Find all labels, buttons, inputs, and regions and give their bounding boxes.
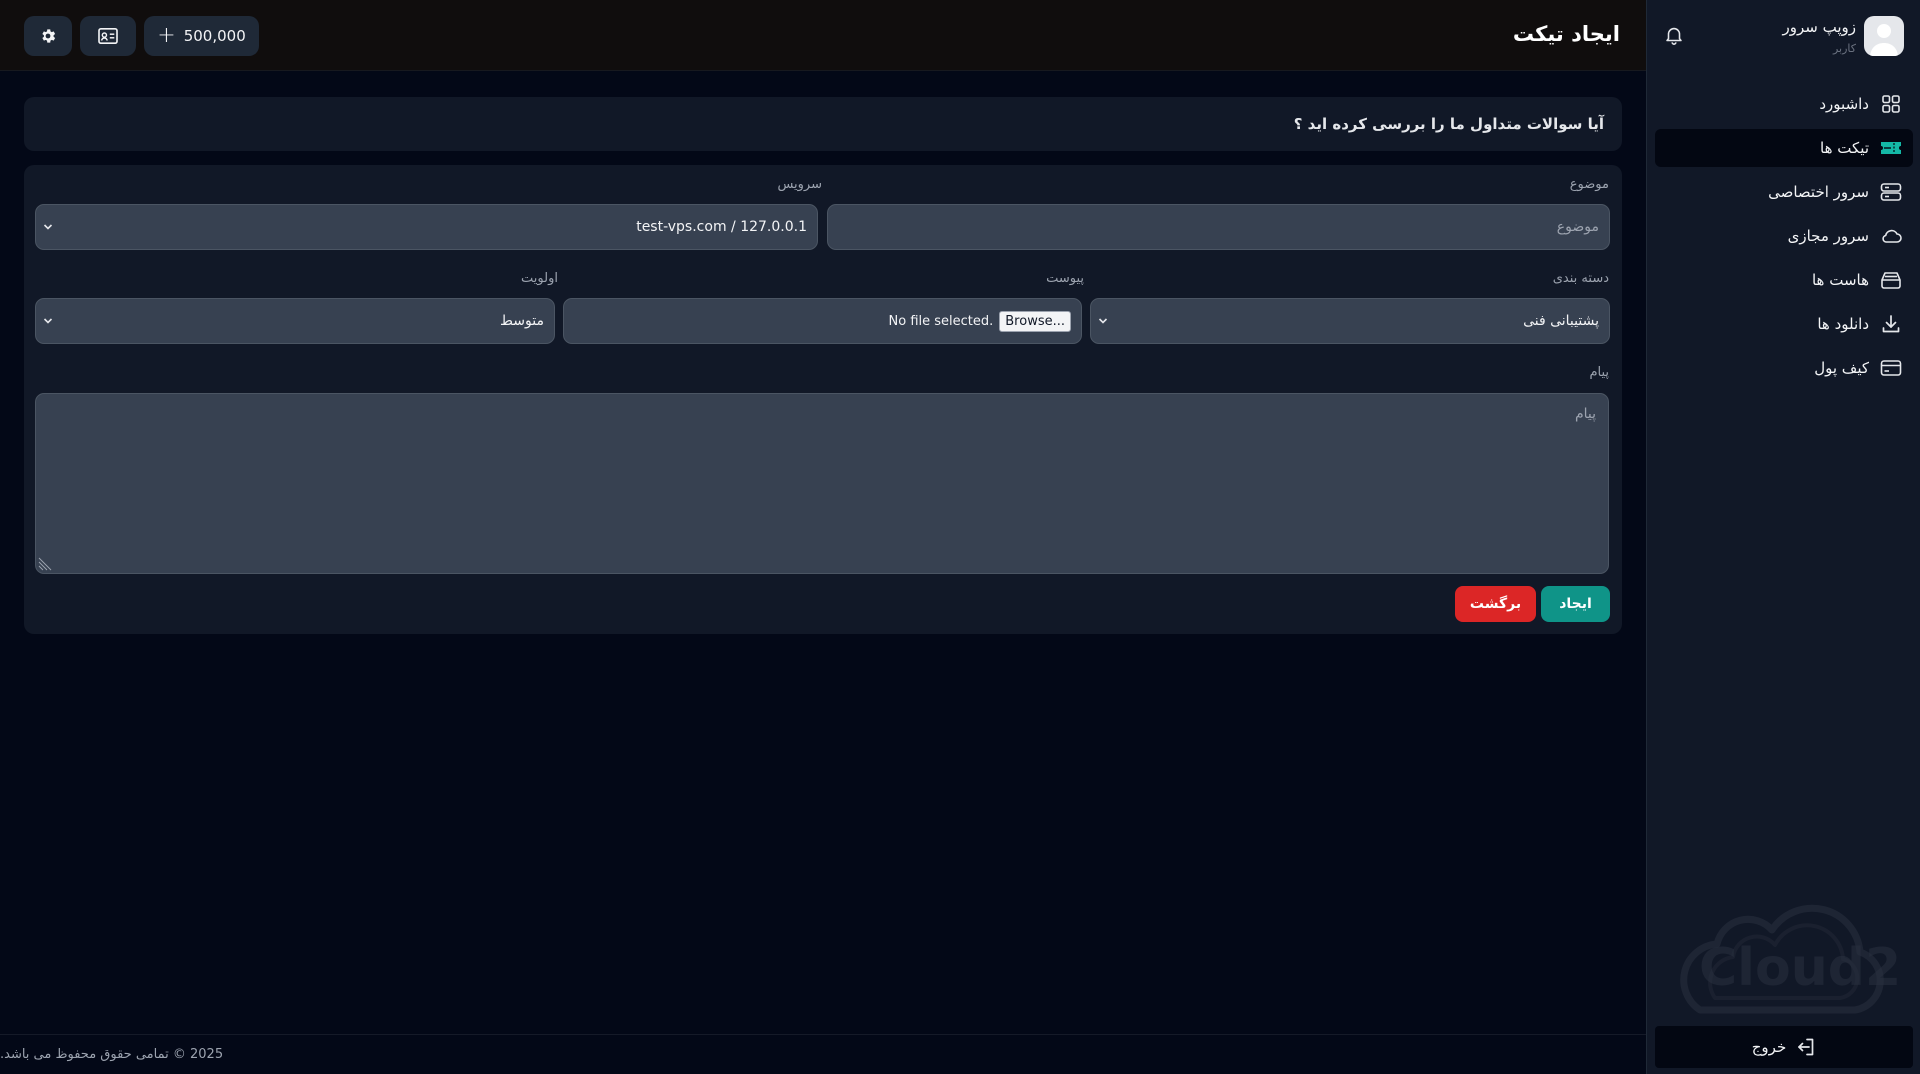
sidebar-item-hosting[interactable]: هاست ها	[1655, 261, 1913, 299]
resize-handle-icon[interactable]	[38, 557, 52, 571]
faq-notice[interactable]: آیا سوالات متداول ما را بررسی کرده اید ؟	[24, 97, 1622, 151]
logout-button[interactable]: خروج	[1655, 1026, 1913, 1068]
sidebar-item-label: سرور اختصاصی	[1768, 183, 1869, 201]
sidebar-item-label: دانلود ها	[1817, 315, 1869, 333]
chevron-down-icon	[42, 315, 54, 327]
priority-value: متوسط	[500, 313, 544, 329]
sidebar-item-virtual-server[interactable]: سرور مجازی	[1655, 217, 1913, 255]
sidebar-item-label: داشبورد	[1819, 95, 1869, 113]
chevron-down-icon	[42, 221, 54, 233]
user-name: زوپپ سرور	[1782, 18, 1857, 36]
sidebar-item-label: هاست ها	[1811, 271, 1869, 289]
sidebar-item-label: تیکت ها	[1820, 139, 1869, 157]
top-header: + 500,000 ایجاد تیکت	[0, 0, 1646, 71]
service-label: سرویس	[777, 177, 822, 192]
sidebar-item-dashboard[interactable]: داشبورد	[1655, 85, 1913, 123]
logout-label: خروج	[1751, 1038, 1787, 1056]
message-label: پیام	[1589, 365, 1609, 380]
chevron-down-icon	[1097, 315, 1109, 327]
service-select[interactable]: test-vps.com / 127.0.0.1	[35, 204, 818, 250]
category-value: پشتیبانی فنی	[1523, 313, 1599, 329]
footer: 2025 © تمامی حقوق محفوظ می باشد.	[0, 1034, 1646, 1074]
category-label: دسته بندی	[1552, 271, 1609, 286]
balance-amount: 500,000	[183, 27, 246, 45]
message-placeholder: پیام	[1574, 406, 1596, 422]
settings-button[interactable]	[24, 16, 72, 56]
dashboard-icon	[1879, 92, 1903, 116]
sidebar-item-label: کیف پول	[1814, 359, 1869, 377]
page-title: ایجاد تیکت	[1512, 22, 1620, 46]
id-card-icon	[98, 27, 118, 45]
ticket-form: موضوع سرویس موضوع test-vps.com / 127.0.0…	[24, 165, 1622, 634]
plus-icon: +	[157, 23, 176, 48]
avatar[interactable]	[1864, 16, 1904, 56]
browse-button[interactable]: Browse...	[999, 310, 1071, 332]
priority-label: اولویت	[521, 271, 558, 286]
priority-select[interactable]: متوسط	[35, 298, 555, 344]
faq-text: آیا سوالات متداول ما را بررسی کرده اید ؟	[1293, 115, 1604, 133]
create-button[interactable]: ایجاد	[1541, 586, 1610, 622]
bell-icon[interactable]	[1663, 24, 1685, 46]
cloud-icon	[1879, 224, 1903, 248]
gear-icon	[42, 29, 56, 43]
sidebar-item-wallet[interactable]: کیف پول	[1655, 349, 1913, 387]
sidebar-item-downloads[interactable]: دانلود ها	[1655, 305, 1913, 343]
ticket-icon	[1879, 136, 1903, 160]
subject-input[interactable]: موضوع	[827, 204, 1610, 250]
copyright-text: 2025 © تمامی حقوق محفوظ می باشد.	[0, 1047, 224, 1062]
attachment-label: پیوست	[1046, 271, 1084, 286]
service-value: test-vps.com / 127.0.0.1	[636, 219, 807, 235]
sidebar: زوپپ سرور کاربر داشبورد تیکت ها سرور اخت…	[1646, 0, 1920, 1074]
file-status: No file selected.	[888, 313, 994, 329]
balance-button[interactable]: + 500,000	[144, 16, 259, 56]
message-textarea[interactable]: پیام	[35, 393, 1609, 574]
brand-name: Cloud2	[1699, 938, 1902, 998]
category-select[interactable]: پشتیبانی فنی	[1090, 298, 1610, 344]
server-icon	[1879, 180, 1903, 204]
host-icon	[1879, 268, 1903, 292]
subject-placeholder: موضوع	[1556, 219, 1599, 235]
sidebar-item-tickets[interactable]: تیکت ها	[1655, 129, 1913, 167]
wallet-icon	[1879, 356, 1903, 380]
subject-label: موضوع	[1569, 177, 1609, 192]
sidebar-item-dedicated-server[interactable]: سرور اختصاصی	[1655, 173, 1913, 211]
profile-card-button[interactable]	[80, 16, 136, 56]
logout-icon	[1798, 1038, 1814, 1056]
sidebar-item-label: سرور مجازی	[1787, 227, 1869, 245]
download-icon	[1879, 312, 1903, 336]
attachment-input[interactable]: No file selected. Browse...	[563, 298, 1082, 344]
back-button[interactable]: برگشت	[1455, 586, 1536, 622]
user-role: کاربر	[1832, 42, 1856, 55]
